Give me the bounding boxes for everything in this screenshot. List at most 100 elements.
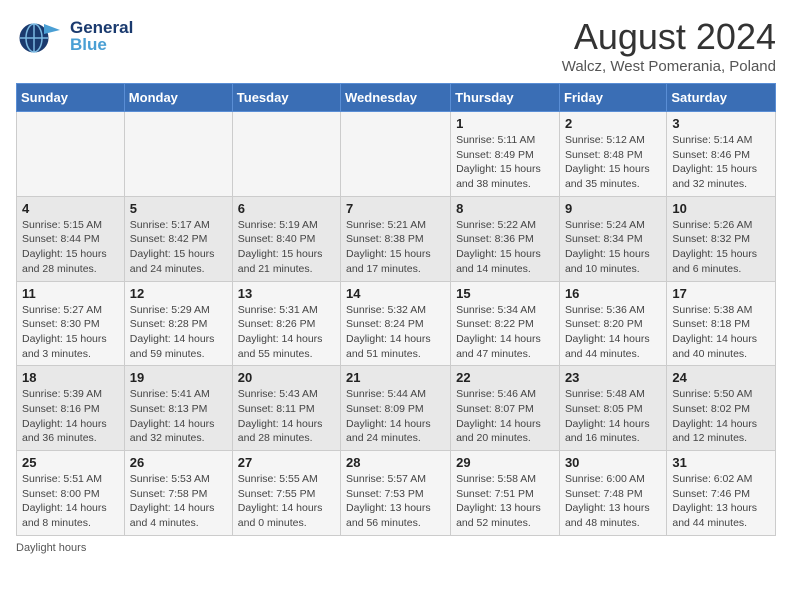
calendar-cell: 5Sunrise: 5:17 AM Sunset: 8:42 PM Daylig… bbox=[124, 196, 232, 281]
day-number: 24 bbox=[672, 370, 770, 385]
day-number: 29 bbox=[456, 455, 554, 470]
day-number: 1 bbox=[456, 116, 554, 131]
day-number: 26 bbox=[130, 455, 227, 470]
location-title: Walcz, West Pomerania, Poland bbox=[562, 58, 776, 75]
cell-content: Sunrise: 5:11 AM Sunset: 8:49 PM Dayligh… bbox=[456, 133, 554, 192]
cell-content: Sunrise: 5:50 AM Sunset: 8:02 PM Dayligh… bbox=[672, 387, 770, 446]
cell-content: Sunrise: 5:41 AM Sunset: 8:13 PM Dayligh… bbox=[130, 387, 227, 446]
cell-content: Sunrise: 5:26 AM Sunset: 8:32 PM Dayligh… bbox=[672, 218, 770, 277]
footnote: Daylight hours bbox=[16, 542, 776, 554]
calendar-cell: 4Sunrise: 5:15 AM Sunset: 8:44 PM Daylig… bbox=[17, 196, 125, 281]
day-number: 6 bbox=[238, 201, 335, 216]
logo-blue: Blue bbox=[70, 36, 133, 53]
calendar-cell: 3 Sunrise: 5:14 AM Sunset: 8:46 PM Daylig… bbox=[667, 112, 776, 197]
cell-content: Sunrise: 6:00 AM Sunset: 7:48 PM Dayligh… bbox=[565, 472, 661, 531]
logo-general: General bbox=[70, 19, 133, 36]
calendar-cell: 11 Sunrise: 5:27 AM Sunset: 8:30 PM Dayli… bbox=[17, 281, 125, 366]
cell-content: Sunrise: 5:38 AM Sunset: 8:18 PM Dayligh… bbox=[672, 303, 770, 362]
calendar-cell: 9Sunrise: 5:24 AM Sunset: 8:34 PM Daylig… bbox=[559, 196, 666, 281]
day-number: 14 bbox=[346, 286, 445, 301]
calendar-header-thursday: Thursday bbox=[451, 84, 560, 112]
month-title: August 2024 bbox=[562, 16, 776, 58]
calendar-cell: 30 Sunrise: 6:00 AM Sunset: 7:48 PM Dayli… bbox=[559, 451, 666, 536]
day-number: 21 bbox=[346, 370, 445, 385]
calendar-cell: 7 Sunrise: 5:21 AM Sunset: 8:38 PM Daylig… bbox=[341, 196, 451, 281]
calendar-header-row: SundayMondayTuesdayWednesdayThursdayFrid… bbox=[17, 84, 776, 112]
day-number: 15 bbox=[456, 286, 554, 301]
cell-content: Sunrise: 5:48 AM Sunset: 8:05 PM Dayligh… bbox=[565, 387, 661, 446]
day-number: 5 bbox=[130, 201, 227, 216]
cell-content: Sunrise: 5:57 AM Sunset: 7:53 PM Dayligh… bbox=[346, 472, 445, 531]
calendar-cell: 24 Sunrise: 5:50 AM Sunset: 8:02 PM Dayli… bbox=[667, 366, 776, 451]
logo-icon bbox=[16, 16, 66, 56]
cell-content: Sunrise: 5:14 AM Sunset: 8:46 PM Dayligh… bbox=[672, 133, 770, 192]
day-number: 7 bbox=[346, 201, 445, 216]
calendar-header-sunday: Sunday bbox=[17, 84, 125, 112]
cell-content: Sunrise: 5:27 AM Sunset: 8:30 PM Dayligh… bbox=[22, 303, 119, 362]
calendar-header-monday: Monday bbox=[124, 84, 232, 112]
day-number: 25 bbox=[22, 455, 119, 470]
calendar-cell: 16 Sunrise: 5:36 AM Sunset: 8:20 PM Dayli… bbox=[559, 281, 666, 366]
cell-content: Sunrise: 5:46 AM Sunset: 8:07 PM Dayligh… bbox=[456, 387, 554, 446]
cell-content: Sunrise: 6:02 AM Sunset: 7:46 PM Dayligh… bbox=[672, 472, 770, 531]
cell-content: Sunrise: 5:31 AM Sunset: 8:26 PM Dayligh… bbox=[238, 303, 335, 362]
calendar-cell bbox=[17, 112, 125, 197]
calendar-week-row: 11 Sunrise: 5:27 AM Sunset: 8:30 PM Dayli… bbox=[17, 281, 776, 366]
calendar-cell: 14Sunrise: 5:32 AM Sunset: 8:24 PM Dayli… bbox=[341, 281, 451, 366]
day-number: 28 bbox=[346, 455, 445, 470]
calendar-week-row: 25 Sunrise: 5:51 AM Sunset: 8:00 PM Dayli… bbox=[17, 451, 776, 536]
day-number: 17 bbox=[672, 286, 770, 301]
cell-content: Sunrise: 5:51 AM Sunset: 8:00 PM Dayligh… bbox=[22, 472, 119, 531]
day-number: 23 bbox=[565, 370, 661, 385]
day-number: 20 bbox=[238, 370, 335, 385]
calendar-cell: 8 Sunrise: 5:22 AM Sunset: 8:36 PM Daylig… bbox=[451, 196, 560, 281]
day-number: 8 bbox=[456, 201, 554, 216]
calendar-header-saturday: Saturday bbox=[667, 84, 776, 112]
cell-content: Sunrise: 5:36 AM Sunset: 8:20 PM Dayligh… bbox=[565, 303, 661, 362]
cell-content: Sunrise: 5:55 AM Sunset: 7:55 PM Dayligh… bbox=[238, 472, 335, 531]
day-number: 11 bbox=[22, 286, 119, 301]
calendar-week-row: 4Sunrise: 5:15 AM Sunset: 8:44 PM Daylig… bbox=[17, 196, 776, 281]
calendar-cell bbox=[124, 112, 232, 197]
cell-content: Sunrise: 5:43 AM Sunset: 8:11 PM Dayligh… bbox=[238, 387, 335, 446]
calendar-cell: 31Sunrise: 6:02 AM Sunset: 7:46 PM Dayli… bbox=[667, 451, 776, 536]
calendar-cell: 13Sunrise: 5:31 AM Sunset: 8:26 PM Dayli… bbox=[232, 281, 340, 366]
cell-content: Sunrise: 5:22 AM Sunset: 8:36 PM Dayligh… bbox=[456, 218, 554, 277]
day-number: 16 bbox=[565, 286, 661, 301]
day-number: 19 bbox=[130, 370, 227, 385]
day-number: 3 bbox=[672, 116, 770, 131]
calendar-cell: 29 Sunrise: 5:58 AM Sunset: 7:51 PM Dayli… bbox=[451, 451, 560, 536]
logo: General Blue bbox=[16, 16, 133, 56]
day-number: 9 bbox=[565, 201, 661, 216]
cell-content: Sunrise: 5:34 AM Sunset: 8:22 PM Dayligh… bbox=[456, 303, 554, 362]
calendar-week-row: 18Sunrise: 5:39 AM Sunset: 8:16 PM Dayli… bbox=[17, 366, 776, 451]
cell-content: Sunrise: 5:58 AM Sunset: 7:51 PM Dayligh… bbox=[456, 472, 554, 531]
calendar-table: SundayMondayTuesdayWednesdayThursdayFrid… bbox=[16, 83, 776, 536]
day-number: 22 bbox=[456, 370, 554, 385]
calendar-header-friday: Friday bbox=[559, 84, 666, 112]
cell-content: Sunrise: 5:53 AM Sunset: 7:58 PM Dayligh… bbox=[130, 472, 227, 531]
calendar-cell: 26 Sunrise: 5:53 AM Sunset: 7:58 PM Dayli… bbox=[124, 451, 232, 536]
title-block: August 2024 Walcz, West Pomerania, Polan… bbox=[562, 16, 776, 75]
calendar-cell: 15 Sunrise: 5:34 AM Sunset: 8:22 PM Dayli… bbox=[451, 281, 560, 366]
logo-text: General Blue bbox=[70, 19, 133, 53]
day-number: 30 bbox=[565, 455, 661, 470]
calendar-cell: 10Sunrise: 5:26 AM Sunset: 8:32 PM Dayli… bbox=[667, 196, 776, 281]
calendar-cell: 25 Sunrise: 5:51 AM Sunset: 8:00 PM Dayli… bbox=[17, 451, 125, 536]
day-number: 4 bbox=[22, 201, 119, 216]
cell-content: Sunrise: 5:21 AM Sunset: 8:38 PM Dayligh… bbox=[346, 218, 445, 277]
cell-content: Sunrise: 5:12 AM Sunset: 8:48 PM Dayligh… bbox=[565, 133, 661, 192]
calendar-cell: 22 Sunrise: 5:46 AM Sunset: 8:07 PM Dayli… bbox=[451, 366, 560, 451]
calendar-cell bbox=[232, 112, 340, 197]
cell-content: Sunrise: 5:44 AM Sunset: 8:09 PM Dayligh… bbox=[346, 387, 445, 446]
day-number: 27 bbox=[238, 455, 335, 470]
calendar-cell: 17 Sunrise: 5:38 AM Sunset: 8:18 PM Dayli… bbox=[667, 281, 776, 366]
calendar-cell: 23 Sunrise: 5:48 AM Sunset: 8:05 PM Dayli… bbox=[559, 366, 666, 451]
cell-content: Sunrise: 5:19 AM Sunset: 8:40 PM Dayligh… bbox=[238, 218, 335, 277]
calendar-header-tuesday: Tuesday bbox=[232, 84, 340, 112]
calendar-cell: 6 Sunrise: 5:19 AM Sunset: 8:40 PM Daylig… bbox=[232, 196, 340, 281]
calendar-header-wednesday: Wednesday bbox=[341, 84, 451, 112]
day-number: 2 bbox=[565, 116, 661, 131]
calendar-week-row: 1 Sunrise: 5:11 AM Sunset: 8:49 PM Daylig… bbox=[17, 112, 776, 197]
calendar-cell: 21 Sunrise: 5:44 AM Sunset: 8:09 PM Dayli… bbox=[341, 366, 451, 451]
